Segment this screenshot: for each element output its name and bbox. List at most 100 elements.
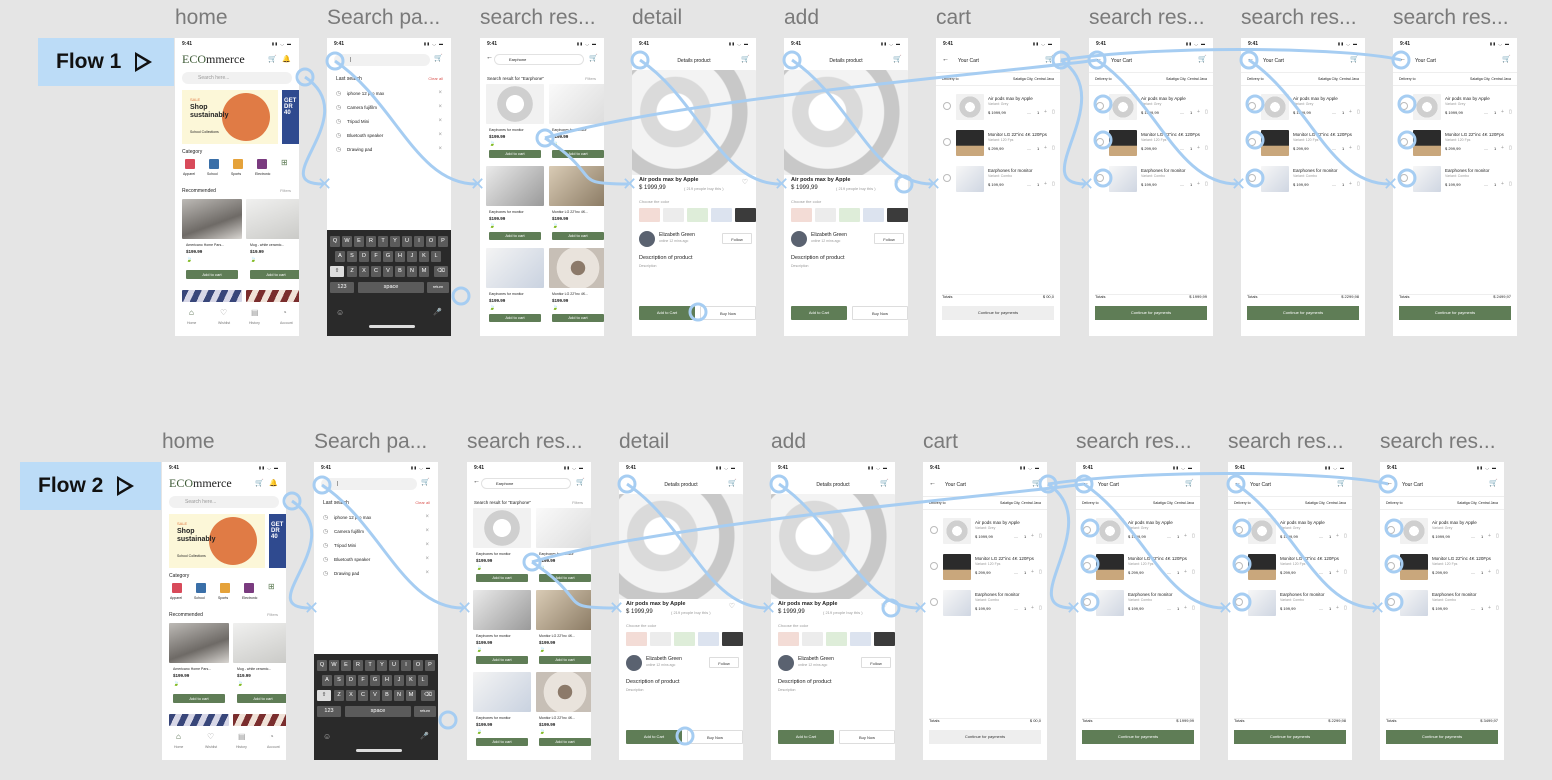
trash-icon[interactable]: ▯: [1039, 533, 1042, 539]
delivery-location[interactable]: Salatiga City, Central Java: [1318, 77, 1359, 81]
frame-name[interactable]: Search pa...: [314, 430, 427, 454]
frame-name[interactable]: search res...: [1076, 430, 1192, 454]
search-input[interactable]: |: [321, 478, 417, 490]
color-swatch[interactable]: [650, 632, 671, 646]
trash-icon[interactable]: ▯: [1052, 181, 1055, 187]
key-b[interactable]: B: [382, 690, 392, 701]
bell-icon[interactable]: 🔔: [269, 479, 278, 487]
trash-icon[interactable]: ▯: [1205, 181, 1208, 187]
plus-icon[interactable]: +: [1349, 145, 1352, 151]
cart-item-radio[interactable]: [1248, 174, 1256, 182]
continue-payment-button[interactable]: Continue for payments: [942, 306, 1054, 320]
frame-name[interactable]: search res...: [1241, 6, 1357, 30]
key-r[interactable]: R: [366, 236, 376, 247]
cart-item-image[interactable]: [1109, 94, 1137, 120]
key-i[interactable]: I: [401, 660, 411, 671]
mic-icon[interactable]: 🎤: [420, 732, 429, 740]
color-swatch[interactable]: [663, 208, 684, 222]
minus-icon[interactable]: —: [1180, 110, 1184, 115]
product-image[interactable]: [486, 248, 544, 288]
cart-icon[interactable]: 🛒: [589, 54, 598, 62]
plus-icon[interactable]: +: [1336, 605, 1339, 611]
cart-item-image[interactable]: [956, 130, 984, 156]
cart-item-image[interactable]: [1096, 590, 1124, 616]
frame-name[interactable]: search res...: [467, 430, 583, 454]
minus-icon[interactable]: —: [1180, 182, 1184, 187]
screen-cart[interactable]: 9:41 ▮▮ ◡ ▬ Your Cart ← 🛒 Delivery to Sa…: [1380, 462, 1504, 760]
cart-item-image[interactable]: [1109, 166, 1137, 192]
search-input[interactable]: Search here...: [182, 72, 292, 84]
add-to-cart-button[interactable]: Add to Cart: [778, 730, 834, 744]
minus-icon[interactable]: —: [1319, 534, 1323, 539]
mic-icon[interactable]: 🎤: [433, 308, 442, 316]
plus-icon[interactable]: +: [1031, 605, 1034, 611]
key-d[interactable]: D: [359, 251, 369, 262]
cart-item-image[interactable]: [1261, 130, 1289, 156]
product-image[interactable]: [486, 166, 544, 206]
minus-icon[interactable]: —: [1014, 606, 1018, 611]
nav-history-icon[interactable]: ▤: [251, 308, 259, 317]
back-arrow-icon[interactable]: ←: [929, 480, 936, 487]
product-image[interactable]: [536, 508, 591, 548]
plus-icon[interactable]: +: [1044, 109, 1047, 115]
cart-item-radio[interactable]: [1083, 562, 1091, 570]
key-e[interactable]: E: [341, 660, 351, 671]
product-image-mug[interactable]: [246, 199, 299, 239]
key-y[interactable]: Y: [390, 236, 400, 247]
cart-item-image[interactable]: [1400, 554, 1428, 580]
cart-item-radio[interactable]: [1248, 102, 1256, 110]
screen-detail[interactable]: 9:41 ▮▮ ◡ ▬ Details product 🛒 Air pods m…: [771, 462, 895, 760]
key-y[interactable]: Y: [377, 660, 387, 671]
cart-item-image[interactable]: [1413, 166, 1441, 192]
remove-icon[interactable]: ×: [438, 90, 442, 96]
filters-button[interactable]: Filters: [267, 612, 278, 617]
cart-item-image[interactable]: [1109, 130, 1137, 156]
delivery-location[interactable]: Salatiga City, Central Java: [1166, 77, 1207, 81]
minus-icon[interactable]: —: [1014, 534, 1018, 539]
product-image[interactable]: [169, 714, 229, 726]
back-arrow-icon[interactable]: ←: [1386, 480, 1393, 487]
key-l[interactable]: L: [431, 251, 441, 262]
bell-icon[interactable]: 🔔: [282, 55, 291, 63]
product-image[interactable]: [549, 84, 604, 124]
cart-item-radio[interactable]: [1387, 562, 1395, 570]
product-image[interactable]: [473, 590, 531, 630]
cart-icon[interactable]: 🛒: [268, 55, 277, 63]
cart-icon[interactable]: 🛒: [434, 54, 443, 62]
plus-icon[interactable]: +: [1488, 533, 1491, 539]
plus-icon[interactable]: +: [1197, 109, 1200, 115]
cart-item-radio[interactable]: [1400, 174, 1408, 182]
add-to-cart-button[interactable]: Add to cart: [539, 656, 591, 664]
trash-icon[interactable]: ▯: [1344, 605, 1347, 611]
frame-name[interactable]: search res...: [1393, 6, 1509, 30]
screen-cart[interactable]: 9:41 ▮▮ ◡ ▬ Your Cart ← 🛒 Delivery to Sa…: [1241, 38, 1365, 336]
continue-payment-button[interactable]: Continue for payments: [1082, 730, 1194, 744]
hotspot-origin-icon[interactable]: [282, 491, 302, 511]
trash-icon[interactable]: ▯: [1357, 109, 1360, 115]
cart-item-radio[interactable]: [1083, 526, 1091, 534]
color-swatch[interactable]: [687, 208, 708, 222]
promo-banner-2[interactable]: GET DR 40: [282, 90, 299, 144]
promo-banner-2[interactable]: GET DR 40: [269, 514, 286, 568]
plus-icon[interactable]: +: [1044, 145, 1047, 151]
screen-detail[interactable]: 9:41 ▮▮ ◡ ▬ Details product 🛒 Air pods m…: [619, 462, 743, 760]
key-x[interactable]: X: [346, 690, 356, 701]
nav-home-icon[interactable]: ⌂: [176, 732, 181, 741]
trash-icon[interactable]: ▯: [1357, 181, 1360, 187]
add-to-cart-button[interactable]: Add to cart: [489, 150, 541, 158]
frame-name[interactable]: detail: [632, 6, 682, 30]
back-arrow-icon[interactable]: ←: [1234, 480, 1241, 487]
remove-icon[interactable]: ×: [425, 528, 429, 534]
remove-icon[interactable]: ×: [425, 514, 429, 520]
key-g[interactable]: G: [370, 675, 380, 686]
heart-icon[interactable]: ♡: [729, 602, 735, 610]
key-f[interactable]: F: [371, 251, 381, 262]
plus-icon[interactable]: +: [1488, 569, 1491, 575]
screen-cart[interactable]: 9:41 ▮▮ ◡ ▬ Your Cart ← 🛒 Delivery to Sa…: [1089, 38, 1213, 336]
remove-icon[interactable]: ×: [438, 132, 442, 138]
nav-home-icon[interactable]: ⌂: [189, 308, 194, 317]
screen-cart[interactable]: 9:41 ▮▮ ◡ ▬ Your Cart ← 🛒 Delivery to Sa…: [936, 38, 1060, 336]
cart-icon[interactable]: 🛒: [576, 478, 585, 486]
key-s[interactable]: S: [347, 251, 357, 262]
plus-icon[interactable]: +: [1184, 569, 1187, 575]
